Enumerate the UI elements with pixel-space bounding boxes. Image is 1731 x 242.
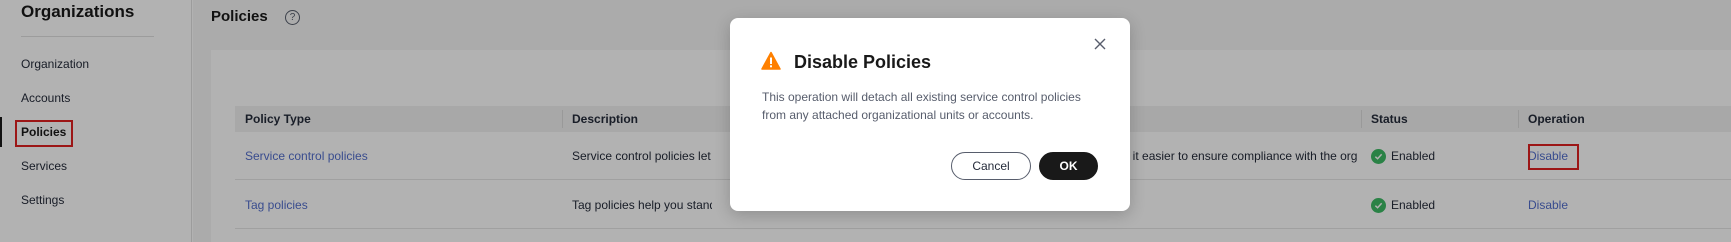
cancel-button[interactable]: Cancel	[951, 152, 1031, 180]
disable-policies-dialog: Disable Policies This operation will det…	[730, 18, 1130, 211]
warning-icon	[761, 51, 781, 71]
ok-button[interactable]: OK	[1039, 152, 1098, 180]
dialog-title: Disable Policies	[794, 52, 932, 72]
close-icon[interactable]	[1092, 36, 1108, 52]
dialog-message: This operation will detach all existing …	[762, 90, 1081, 122]
